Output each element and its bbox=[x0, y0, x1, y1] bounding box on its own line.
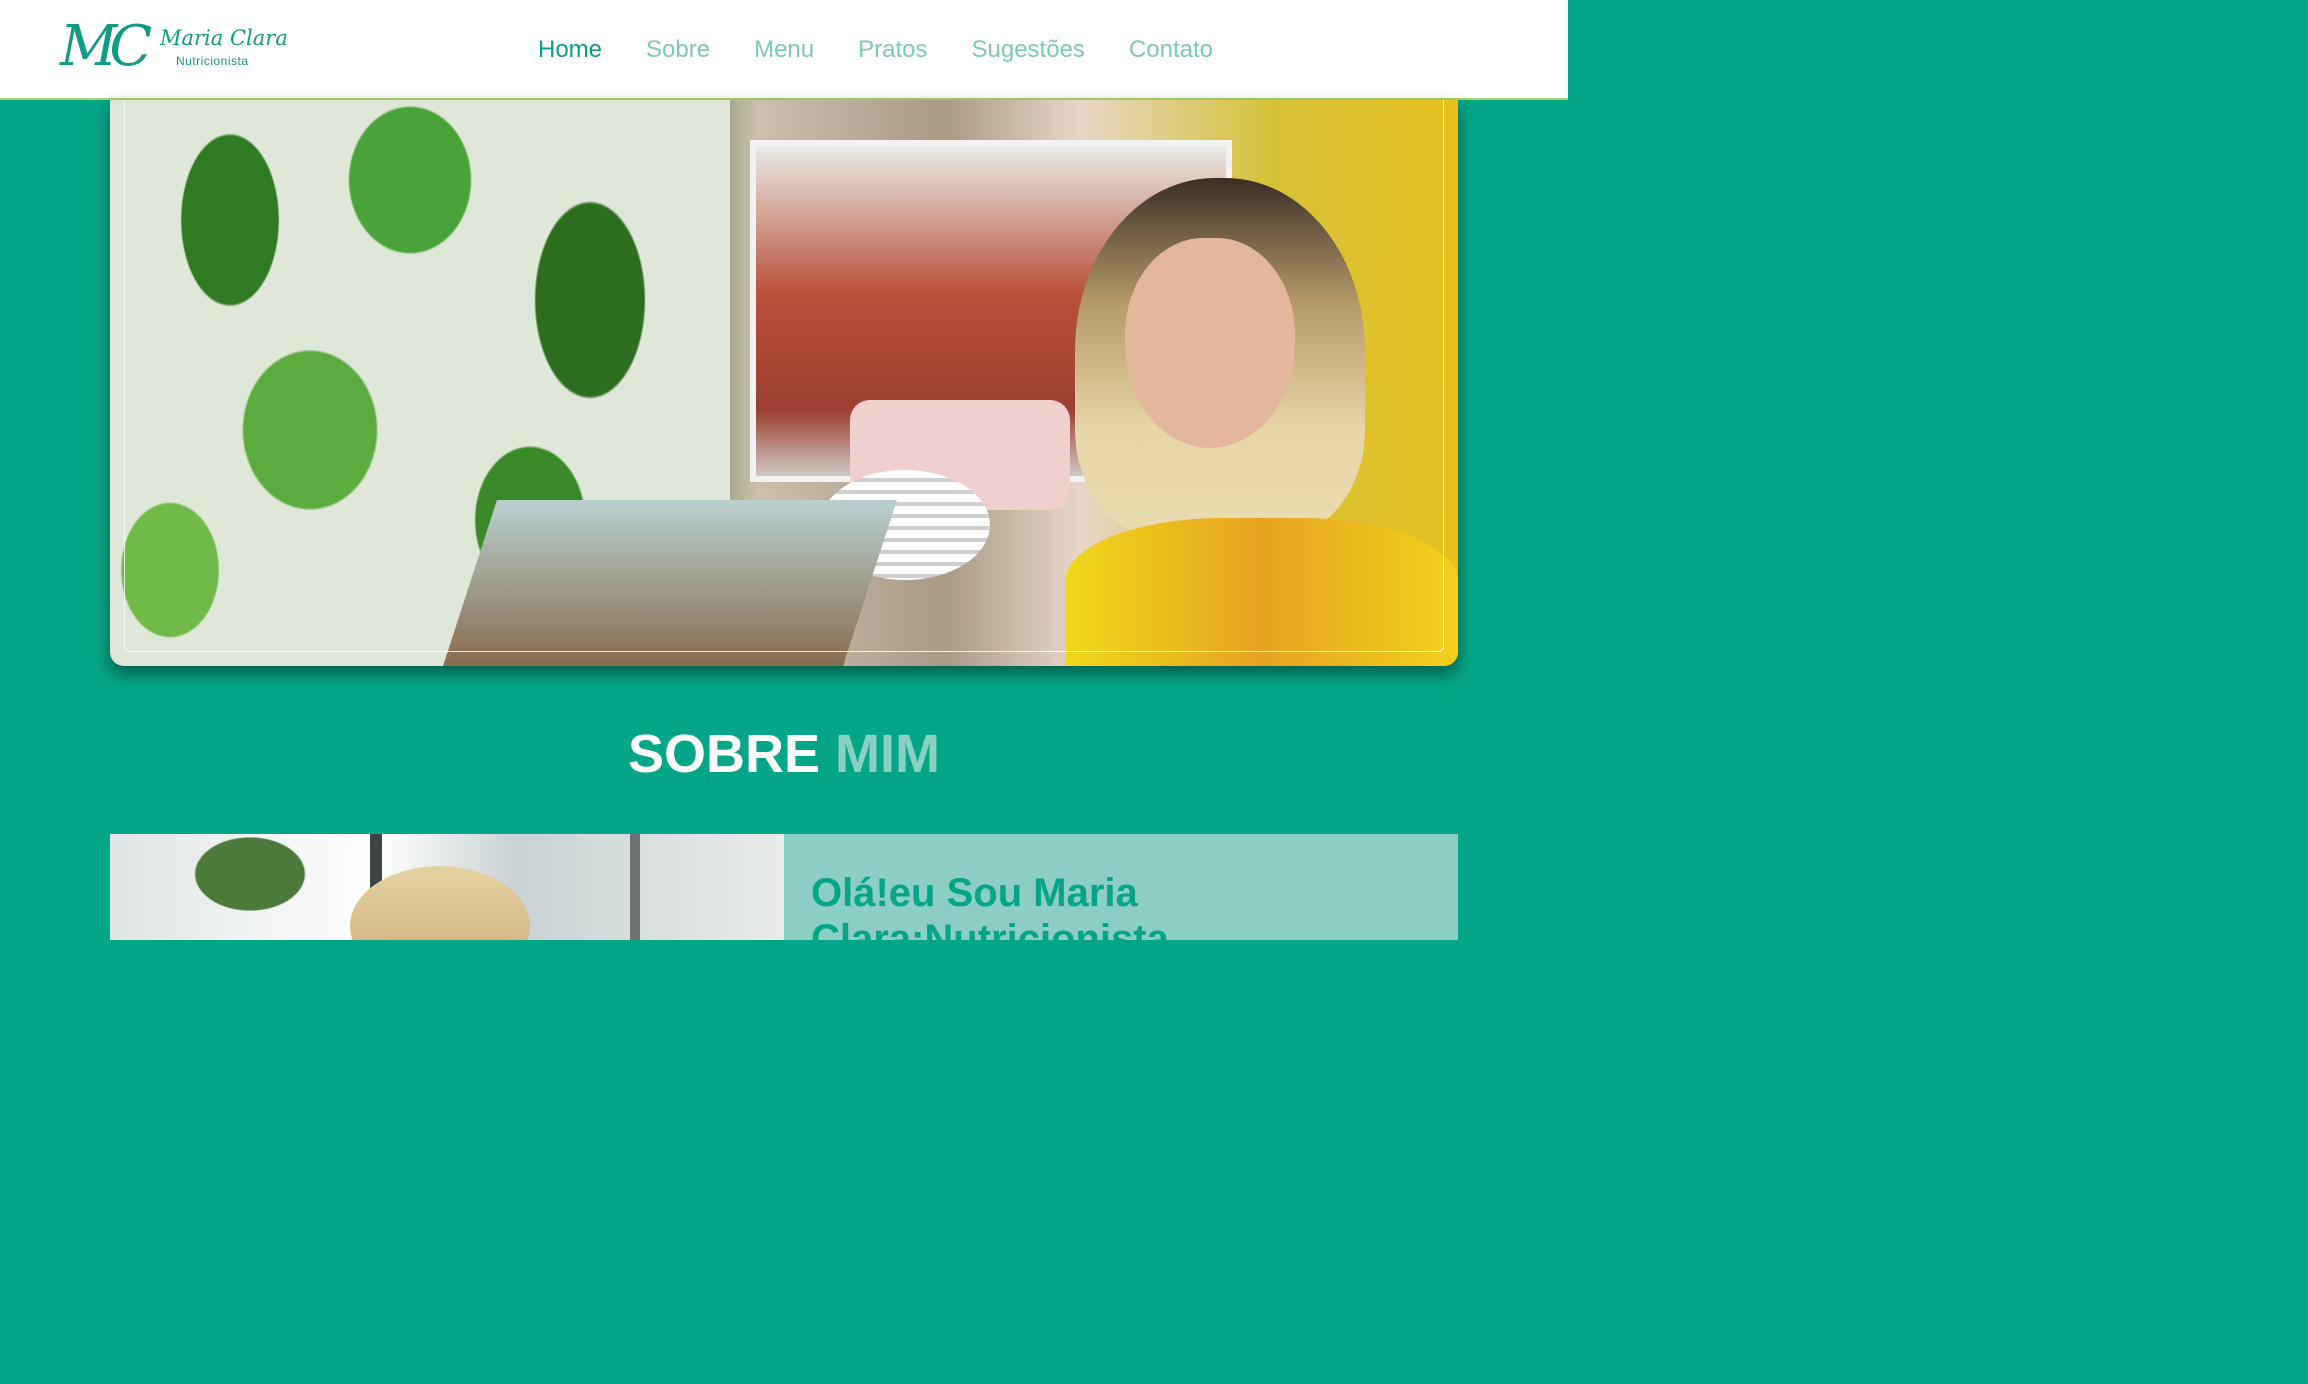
logo-name: Maria Clara bbox=[160, 26, 288, 50]
hero-image bbox=[110, 100, 1458, 666]
site-header: MC Maria Clara Nutricionista Home Sobre … bbox=[0, 0, 1568, 100]
nav-sugestoes[interactable]: Sugestões bbox=[972, 36, 1085, 64]
title-part-sobre: SOBRE bbox=[627, 724, 821, 784]
about-heading: Olá!eu Sou Maria Clara:Nutricionista bbox=[811, 871, 1169, 940]
about-text-panel: Olá!eu Sou Maria Clara:Nutricionista bbox=[784, 834, 1458, 940]
nav-home[interactable]: Home bbox=[538, 36, 602, 64]
hero-frame-border bbox=[124, 100, 1444, 652]
main-nav: Home Sobre Menu Pratos Sugestões Contato bbox=[538, 36, 1257, 64]
nav-pratos[interactable]: Pratos bbox=[858, 36, 927, 64]
window-frame bbox=[630, 834, 640, 940]
section-title-sobre-mim: SOBRE MIM bbox=[0, 724, 1568, 784]
nav-contato[interactable]: Contato bbox=[1129, 36, 1213, 64]
logo[interactable]: MC Maria Clara Nutricionista bbox=[60, 14, 288, 80]
title-part-mim: MIM bbox=[835, 724, 941, 784]
logo-role: Nutricionista bbox=[176, 54, 249, 68]
nav-menu[interactable]: Menu bbox=[754, 36, 814, 64]
about-photo bbox=[110, 834, 784, 940]
logo-monogram: MC bbox=[60, 14, 152, 79]
plant bbox=[150, 834, 350, 940]
nav-sobre[interactable]: Sobre bbox=[646, 36, 710, 64]
